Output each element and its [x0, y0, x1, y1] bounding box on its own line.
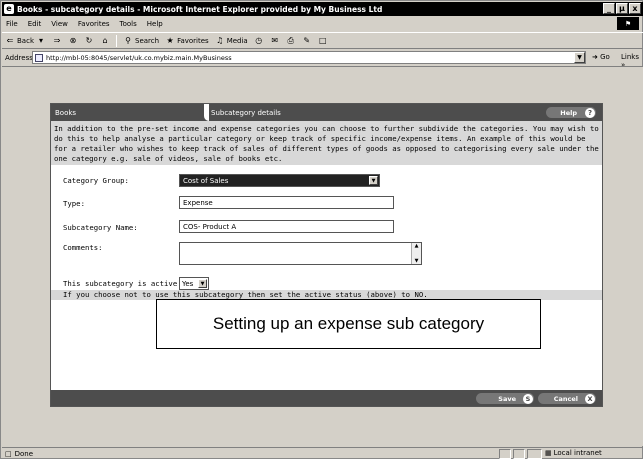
history-icon[interactable]: ◷	[254, 36, 264, 46]
chevron-down-icon: ▼	[369, 176, 378, 185]
zone-label: Local intranet	[553, 449, 602, 457]
tab-books[interactable]: Books	[55, 109, 76, 117]
menu-favorites[interactable]: Favorites	[78, 20, 110, 28]
ie-icon: e	[4, 4, 14, 14]
close-button[interactable]: x	[629, 3, 641, 14]
tab-subcategory-details[interactable]: Subcategory details	[211, 109, 281, 117]
toolbar: ⇐ Back ▾ ⇒ ⊗ ↻ ⌂ ⚲ Search ★ Favorites ♫ …	[2, 32, 643, 49]
subcategory-name-input[interactable]: COS- Product A	[179, 220, 394, 233]
media-icon: ♫	[216, 36, 224, 45]
address-url: http://mbl-05:8045/servlet/uk.co.mybiz.m…	[46, 53, 232, 62]
home-icon[interactable]: ⌂	[100, 36, 110, 46]
cancel-button[interactable]: Cancel X	[538, 393, 596, 404]
menu-view[interactable]: View	[51, 20, 68, 28]
category-group-label: Category Group:	[63, 176, 129, 185]
category-group-value: Cost of Sales	[183, 176, 229, 185]
address-label: Address	[5, 53, 33, 62]
browser-window: e Books - subcategory details - Microsof…	[0, 0, 643, 459]
mail-icon[interactable]: ✉	[270, 36, 280, 46]
subcategory-name-value: COS- Product A	[183, 222, 237, 231]
cancel-label: Cancel	[553, 394, 578, 403]
favorites-button[interactable]: ★ Favorites	[165, 36, 209, 46]
comments-textarea[interactable]: ▲ ▼	[179, 242, 422, 265]
print-icon[interactable]: ⎙	[286, 36, 296, 46]
intranet-icon: ▦	[545, 449, 552, 457]
minimize-button[interactable]: _	[603, 3, 615, 14]
chevron-down-icon: ▾	[38, 36, 43, 45]
address-input[interactable]: http://mbl-05:8045/servlet/uk.co.mybiz.m…	[32, 51, 586, 64]
security-zone: ▦ Local intranet	[545, 449, 602, 457]
panel-header: Books Subcategory details Help ?	[51, 104, 602, 121]
status-cell	[513, 449, 525, 459]
chevron-down-icon[interactable]: ▼	[574, 52, 585, 63]
windows-logo-icon: ⚑	[617, 17, 639, 30]
tab-divider	[204, 104, 209, 121]
category-group-select[interactable]: Cost of Sales ▼	[179, 174, 380, 187]
discuss-icon[interactable]: □	[318, 36, 328, 46]
title-bar: e Books - subcategory details - Microsof…	[2, 2, 643, 16]
menu-help[interactable]: Help	[147, 20, 163, 28]
go-label: Go	[600, 53, 610, 61]
save-icon: S	[523, 393, 533, 404]
refresh-icon[interactable]: ↻	[84, 36, 94, 46]
media-button[interactable]: ♫ Media	[215, 36, 248, 46]
toolbar-separator	[116, 34, 117, 47]
edit-icon[interactable]: ✎	[302, 36, 312, 46]
go-button[interactable]: ➜ Go	[592, 53, 610, 61]
search-button[interactable]: ⚲ Search	[123, 36, 159, 46]
active-value: Yes	[182, 279, 194, 288]
chevron-down-icon: ▼	[198, 279, 207, 288]
annotation-callout: Setting up an expense sub category	[156, 299, 541, 349]
forward-arrow-icon[interactable]: ⇒	[52, 36, 62, 46]
type-label: Type:	[63, 199, 85, 208]
menu-bar: File Edit View Favorites Tools Help ⚑	[2, 17, 643, 31]
type-value: Expense	[183, 198, 213, 207]
cancel-icon: X	[585, 393, 595, 404]
back-button[interactable]: ⇐ Back ▾	[5, 36, 46, 46]
help-icon: ?	[585, 107, 595, 118]
panel-footer: Save S Cancel X	[51, 390, 602, 406]
status-cell	[527, 449, 542, 459]
help-label: Help	[560, 108, 577, 117]
favorites-label: Favorites	[177, 36, 209, 45]
save-button[interactable]: Save S	[476, 393, 534, 404]
type-field[interactable]: Expense	[179, 196, 394, 209]
scroll-down-icon[interactable]: ▼	[415, 258, 419, 264]
comments-label: Comments:	[63, 243, 103, 252]
scroll-up-icon[interactable]: ▲	[415, 243, 419, 249]
help-button[interactable]: Help ?	[546, 107, 596, 118]
window-controls: _ µ x	[603, 3, 641, 14]
save-label: Save	[498, 394, 516, 403]
subcategory-panel: Books Subcategory details Help ? In addi…	[50, 103, 603, 407]
address-bar: Address http://mbl-05:8045/servlet/uk.co…	[2, 50, 643, 69]
comments-scrollbar[interactable]: ▲ ▼	[411, 243, 421, 264]
status-bar: □ Done ▦ Local intranet	[2, 447, 643, 459]
status-page-icon: □	[5, 449, 12, 458]
stop-icon[interactable]: ⊗	[68, 36, 78, 46]
active-label: This subcategory is active:	[63, 279, 182, 288]
menu-file[interactable]: File	[6, 20, 18, 28]
back-label: Back	[17, 36, 34, 45]
links-label: Links	[621, 53, 639, 61]
menu-tools[interactable]: Tools	[120, 20, 137, 28]
page-icon	[35, 53, 43, 62]
intro-text: In addition to the pre-set income and ex…	[51, 121, 602, 165]
window-title: Books - subcategory details - Microsoft …	[17, 4, 383, 14]
search-icon: ⚲	[125, 36, 131, 45]
status-cell	[499, 449, 511, 459]
subcategory-name-label: Subcategory Name:	[63, 223, 138, 232]
back-arrow-icon: ⇐	[6, 36, 14, 45]
maximize-button[interactable]: µ	[616, 3, 628, 14]
menu-edit[interactable]: Edit	[28, 20, 42, 28]
status-text: Done	[14, 449, 34, 458]
favorites-icon: ★	[166, 36, 174, 45]
media-label: Media	[226, 36, 248, 45]
active-select[interactable]: Yes ▼	[179, 277, 209, 290]
search-label: Search	[135, 36, 160, 45]
